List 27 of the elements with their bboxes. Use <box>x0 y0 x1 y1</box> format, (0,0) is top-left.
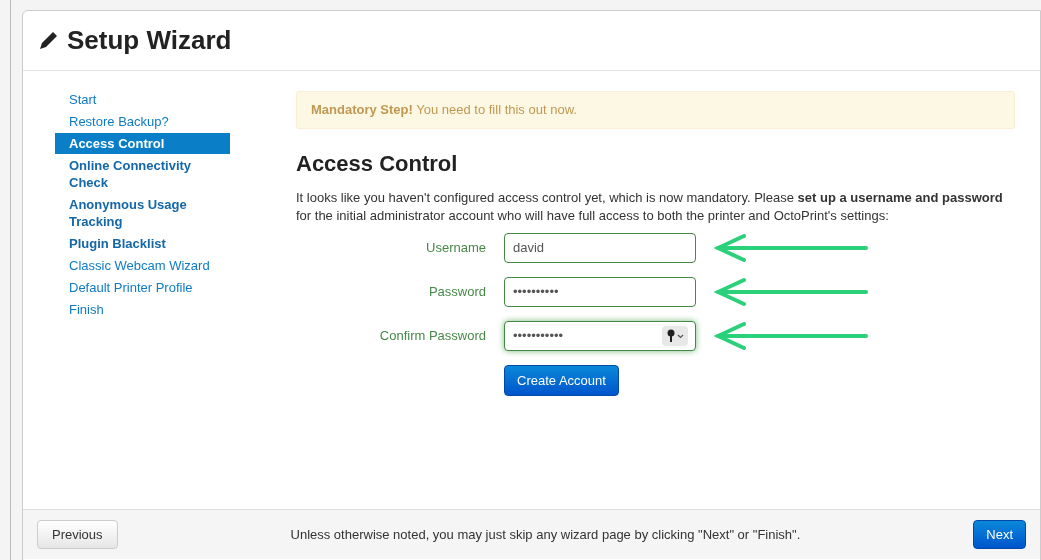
field-label: Username <box>425 239 486 258</box>
sidebar-item[interactable]: Finish <box>55 299 230 320</box>
window-title: Setup Wizard <box>67 24 232 57</box>
sidebar-item[interactable]: Plugin Blacklist <box>55 233 230 254</box>
input-field[interactable]: •••••••••• <box>504 276 696 307</box>
input-field[interactable]: david <box>504 232 696 263</box>
field-label: Confirm Password <box>378 327 486 346</box>
arrow-icon <box>714 276 869 307</box>
description: It looks like you haven't configured access control yet, which is now mandatory. Please set up a username and password for the initial administrator account who will have full access to both the printer and OctoPrint's settings: <box>296 188 1004 225</box>
alert-message: Mandatory Step! You need to fill this out now. <box>296 91 1015 129</box>
previous-button[interactable]: Previous <box>37 519 118 550</box>
sidebar-item[interactable]: Classic Webcam Wizard <box>55 255 230 276</box>
sidebar-item[interactable]: Online Connectivity Check <box>55 155 230 193</box>
arrow-icon <box>714 232 869 263</box>
create-account-button[interactable]: Create Account <box>504 364 619 397</box>
sidebar-item[interactable]: Restore Backup? <box>55 111 230 132</box>
next-button[interactable]: Next <box>973 519 1026 550</box>
field-label: Password <box>427 283 486 302</box>
pencil-icon <box>37 29 59 52</box>
sidebar-item[interactable]: Default Printer Profile <box>55 277 230 298</box>
sidebar-item[interactable]: Start <box>55 89 230 110</box>
sidebar-item[interactable]: Access Control <box>55 133 230 154</box>
input-field[interactable]: ••••••••••• <box>504 320 696 351</box>
sidebar-item[interactable]: Anonymous Usage Tracking <box>55 194 230 232</box>
footer-note: Unless otherwise noted, you may just skip any wizard page by clicking "Next" or "Finish". <box>289 525 802 544</box>
section-heading: Access Control <box>296 150 459 177</box>
arrow-icon <box>714 320 869 351</box>
